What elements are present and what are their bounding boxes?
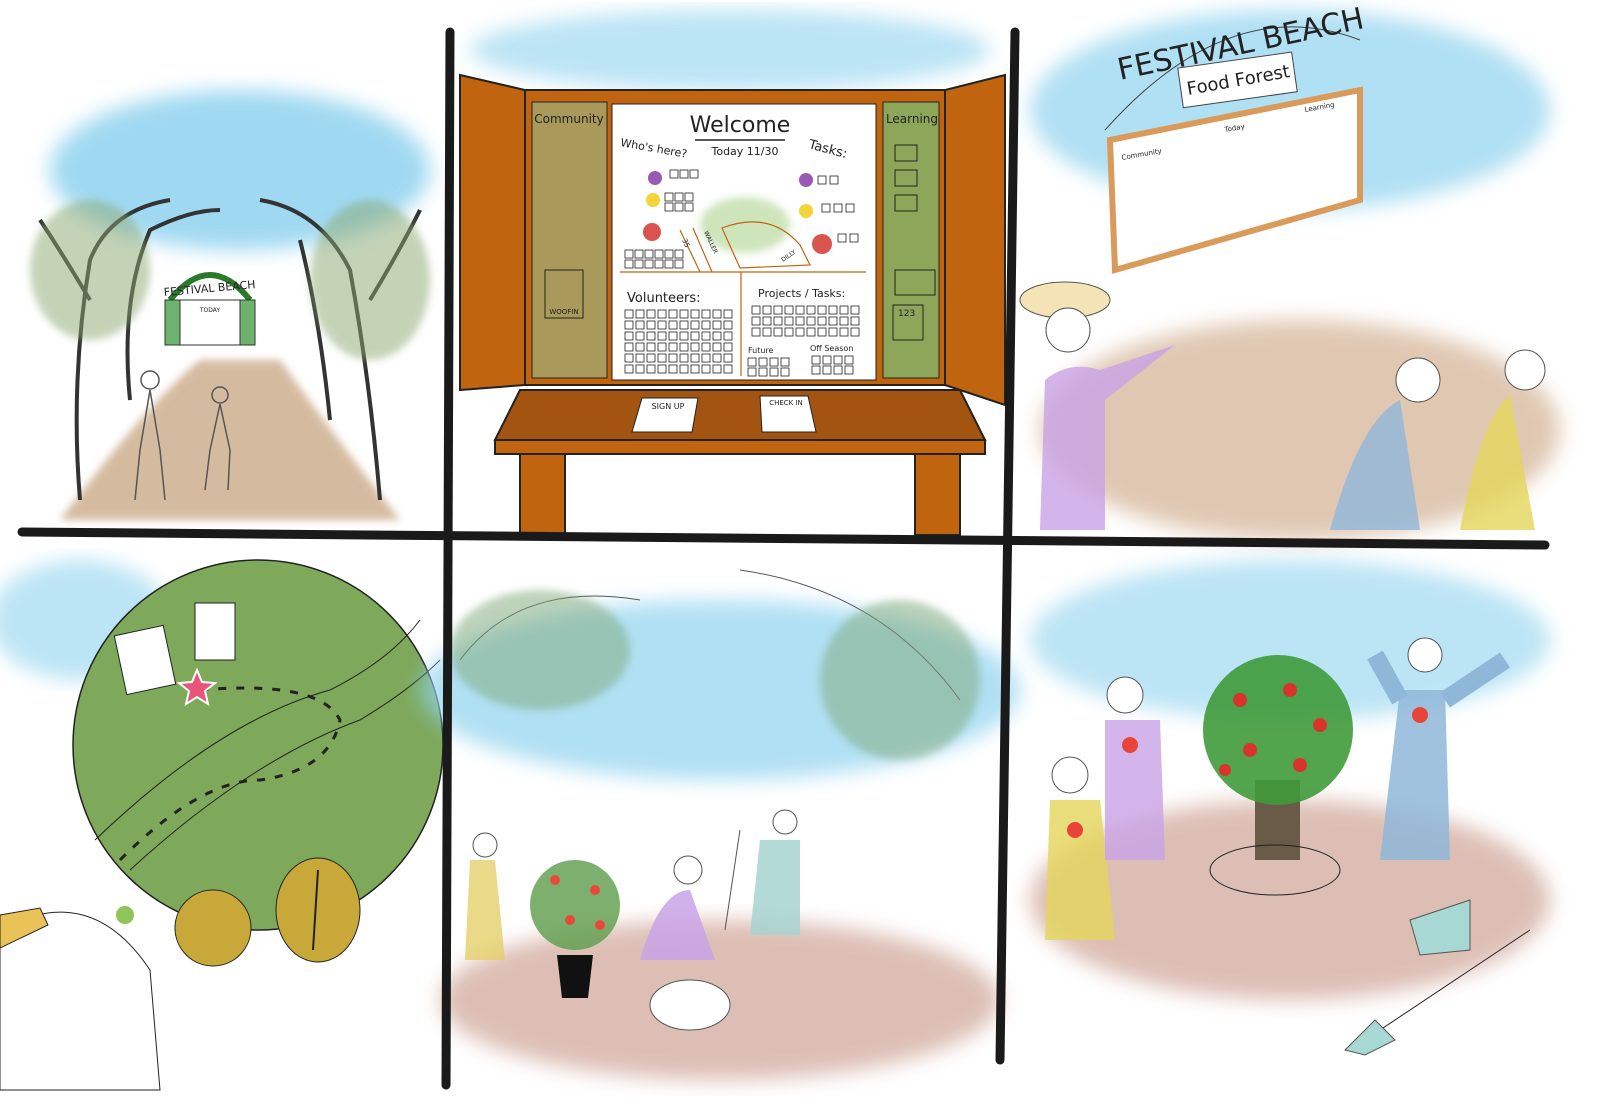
community-panel (531, 101, 608, 379)
soil-bag (649, 979, 731, 1031)
panel-thought-map (0, 559, 444, 1091)
volunteer-person (640, 855, 715, 960)
table-top (493, 389, 987, 441)
signup-sheet-title: SIGN UP (652, 402, 685, 411)
fruit-tree-icon (1203, 655, 1353, 805)
map-thought-bubble (72, 559, 444, 931)
off-season-label: Off Season (810, 344, 853, 353)
watering-can-icon (174, 889, 252, 967)
signup-sheet[interactable]: SIGN UP (631, 397, 699, 433)
heart-icon (1067, 822, 1083, 838)
future-label: Future (748, 346, 774, 355)
storyboard-canvas: FESTIVAL BEACH TODAY Community WOOFIN Le… (0, 1, 1560, 1091)
arch-sign-text: FESTIVAL BEACH (163, 278, 256, 299)
panel-welcome-board: Community WOOFIN Learning 123 Welcome To… (459, 10, 1006, 536)
panel-path-to-board: FESTIVAL BEACH TODAY (30, 90, 430, 520)
dog-poster-label: WOOFIN (549, 308, 578, 316)
photo-card (194, 602, 236, 661)
heart-icon (1122, 737, 1138, 753)
panel-celebration (1030, 560, 1550, 1056)
storyboard-illustration: FESTIVAL BEACH TODAY Community WOOFIN Le… (0, 0, 1600, 1112)
learning-label: Learning (886, 112, 938, 126)
community-label: Community (534, 112, 603, 126)
panel-group-at-board: FESTIVAL BEACH Food Forest Community Tod… (1019, 1, 1560, 540)
checkin-sheet-title: CHECK IN (769, 399, 803, 407)
thinking-person (0, 907, 161, 1091)
volunteer-person (465, 832, 505, 960)
volunteers-label: Volunteers: (627, 291, 701, 306)
small-board-icon: FESTIVAL BEACH TODAY (163, 272, 256, 346)
board-today-text: TODAY (199, 307, 221, 314)
panel-planting (420, 569, 1020, 1080)
person-with-heart (1045, 756, 1115, 940)
welcome-title: Welcome (690, 113, 791, 138)
plant-pot (557, 955, 593, 998)
checkin-sheet[interactable]: CHECK IN (759, 395, 817, 433)
young-tree-icon (530, 860, 620, 950)
heart-icon (1412, 707, 1428, 723)
today-date: Today 11/30 (710, 145, 778, 158)
learning-card-label: 123 (898, 309, 915, 319)
volunteer-person (724, 809, 800, 935)
learning-panel (882, 101, 940, 379)
projects-tasks-label: Projects / Tasks: (758, 287, 845, 300)
